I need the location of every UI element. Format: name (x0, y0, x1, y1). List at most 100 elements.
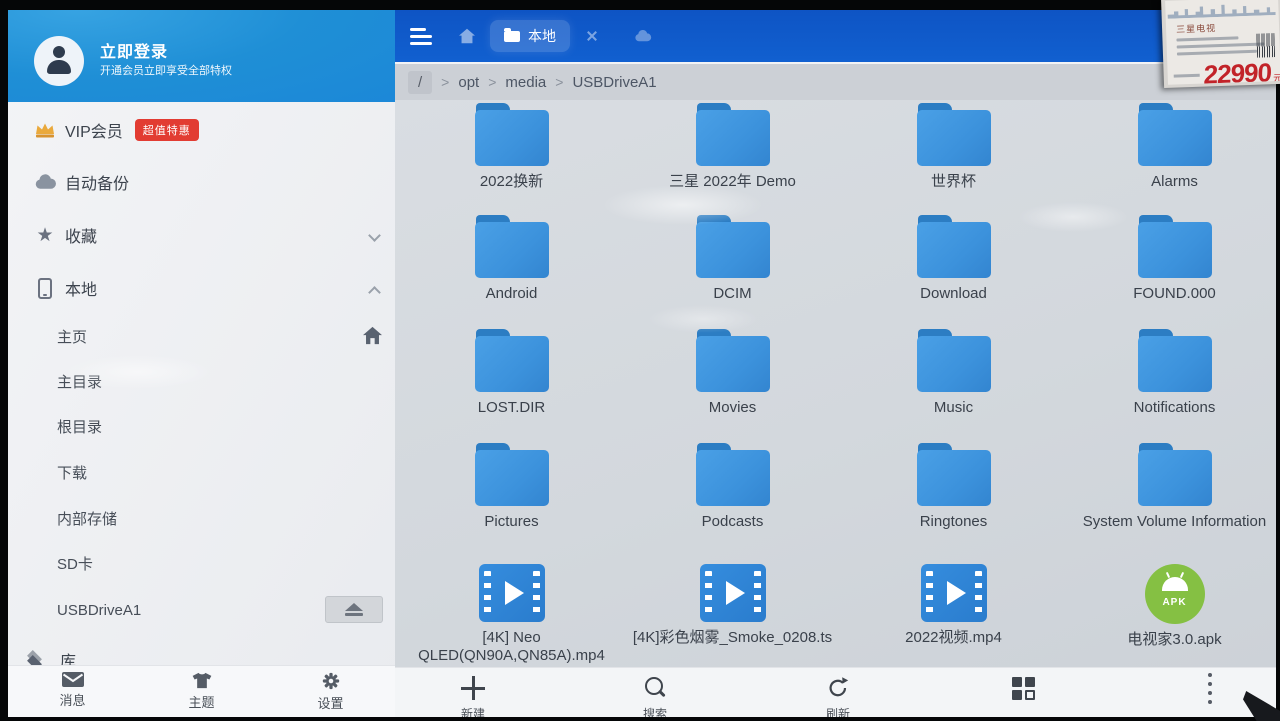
breadcrumb-media[interactable]: media (505, 74, 546, 91)
nav-theme[interactable]: 主题 (137, 666, 266, 717)
sidebar-item-downloads[interactable]: 下载 (8, 454, 395, 490)
file-item[interactable]: Android (401, 212, 622, 303)
folder-icon (917, 110, 991, 166)
file-name: Ringtones (920, 513, 988, 531)
nav-messages-label: 消息 (59, 690, 85, 709)
breadcrumb-root[interactable]: / (408, 71, 432, 94)
folder-icon (917, 336, 991, 392)
folder-icon (1138, 450, 1212, 506)
file-item[interactable]: 世界杯 (843, 100, 1064, 191)
video-file-icon (921, 564, 987, 622)
sidebar-item-usb-drive[interactable]: USBDriveA1 (8, 592, 395, 628)
nav-settings[interactable]: 设置 (266, 666, 395, 717)
login-banner[interactable]: 立即登录 开通会员立即享受全部特权 (8, 10, 395, 102)
login-subtitle: 开通会员立即享受全部特权 (100, 62, 232, 78)
file-item[interactable]: DCIM (622, 212, 843, 303)
file-name: Notifications (1134, 399, 1216, 417)
file-item[interactable]: Alarms (1064, 100, 1276, 191)
breadcrumb-usbdrive[interactable]: USBDriveA1 (572, 74, 656, 91)
folder-icon (1138, 336, 1212, 392)
sidebar-item-auto-backup[interactable]: 自动备份 (8, 162, 395, 202)
file-item[interactable]: Download (843, 212, 1064, 303)
file-grid: 2022换新 三星 2022年 Demo 世界杯 Alarms Android … (395, 100, 1276, 667)
cloud-icon (33, 174, 57, 190)
nav-settings-label: 设置 (317, 693, 343, 712)
video-file-icon (479, 564, 545, 622)
tab-local[interactable]: 本地 (490, 20, 570, 52)
cloud-upload-icon[interactable] (634, 30, 652, 42)
main-dir-label: 主目录 (57, 371, 102, 392)
sidebar-item-favorites[interactable]: ★ 收藏 (8, 215, 395, 255)
more-options-button[interactable] (1208, 673, 1212, 704)
breadcrumb-opt[interactable]: opt (458, 74, 479, 91)
breadcrumb-separator: > (441, 74, 449, 90)
file-item[interactable]: 2022换新 (401, 100, 622, 191)
sidebar-item-main-dir[interactable]: 主目录 (8, 363, 395, 399)
file-name: Podcasts (702, 513, 764, 531)
folder-icon (696, 222, 770, 278)
sidebar-item-sd-card[interactable]: SD卡 (8, 545, 395, 581)
close-tab-icon[interactable] (586, 30, 598, 42)
file-name: Download (920, 285, 987, 303)
file-item[interactable]: APK 电视家3.0.apk (1064, 554, 1276, 665)
file-name: 电视家3.0.apk (1127, 631, 1221, 649)
file-name: System Volume Information (1083, 513, 1266, 531)
view-mode-button[interactable] (984, 676, 1064, 700)
envelope-icon (62, 672, 84, 687)
tshirt-icon (191, 672, 213, 689)
file-name: [4K] Neo QLED(QN90A,QN85A).mp4 (414, 629, 609, 665)
breadcrumb-separator: > (488, 74, 496, 90)
file-item[interactable]: 三星 2022年 Demo (622, 100, 843, 191)
topbar: 本地 (395, 10, 1276, 62)
file-name: FOUND.000 (1133, 285, 1216, 303)
folder-icon (475, 110, 549, 166)
file-name: 世界杯 (931, 173, 976, 191)
eject-button[interactable] (325, 596, 383, 623)
apk-file-icon: APK (1145, 564, 1205, 624)
gear-icon (322, 672, 340, 690)
folder-icon (696, 450, 770, 506)
auto-backup-label: 自动备份 (65, 170, 129, 194)
search-button-label: 搜索 (643, 705, 667, 717)
new-button[interactable]: 新建 (433, 676, 513, 717)
file-item[interactable]: Ringtones (843, 440, 1064, 531)
file-name: Music (934, 399, 973, 417)
file-item[interactable]: LOST.DIR (401, 326, 622, 417)
sidebar-item-local[interactable]: 本地 (8, 268, 395, 308)
nav-messages[interactable]: 消息 (8, 666, 137, 717)
home-tab-icon[interactable] (458, 28, 476, 44)
folder-icon (475, 222, 549, 278)
file-item[interactable]: Music (843, 326, 1064, 417)
file-item[interactable]: 2022视频.mp4 (843, 554, 1064, 665)
file-item[interactable]: FOUND.000 (1064, 212, 1276, 303)
breadcrumb-separator: > (555, 74, 563, 90)
price-tag-card: 三星电视 22990 元 (1161, 0, 1280, 88)
file-name: Movies (709, 399, 757, 417)
root-dir-label: 根目录 (57, 416, 102, 437)
price-prefix-line (1174, 74, 1200, 78)
file-item[interactable]: [4K]彩色烟雾_Smoke_0208.ts (622, 554, 843, 665)
chevron-down-icon (368, 229, 381, 242)
file-item[interactable]: Notifications (1064, 326, 1276, 417)
refresh-button[interactable]: 刷新 (798, 676, 878, 717)
new-button-label: 新建 (461, 705, 485, 717)
file-item[interactable]: [4K] Neo QLED(QN90A,QN85A).mp4 (401, 554, 622, 665)
file-item[interactable]: Pictures (401, 440, 622, 531)
search-button[interactable]: 搜索 (615, 676, 695, 717)
sidebar-item-root-dir[interactable]: 根目录 (8, 408, 395, 444)
folder-icon (1138, 110, 1212, 166)
sidebar-item-internal-storage[interactable]: 内部存储 (8, 500, 395, 536)
folder-tab-icon (504, 31, 520, 42)
sidebar-item-home-dir[interactable]: 主页 (8, 318, 395, 354)
file-name: 2022换新 (480, 173, 543, 191)
file-item[interactable]: System Volume Information (1064, 440, 1276, 531)
apk-icon-text: APK (1145, 597, 1205, 608)
folder-icon (696, 110, 770, 166)
file-item[interactable]: Movies (622, 326, 843, 417)
sidebar-item-vip[interactable]: VIP会员 超值特惠 (8, 110, 395, 150)
sd-card-label: SD卡 (57, 553, 93, 574)
menu-icon[interactable] (410, 24, 434, 49)
file-name: Alarms (1151, 173, 1198, 191)
file-item[interactable]: Podcasts (622, 440, 843, 531)
refresh-icon (826, 676, 850, 700)
